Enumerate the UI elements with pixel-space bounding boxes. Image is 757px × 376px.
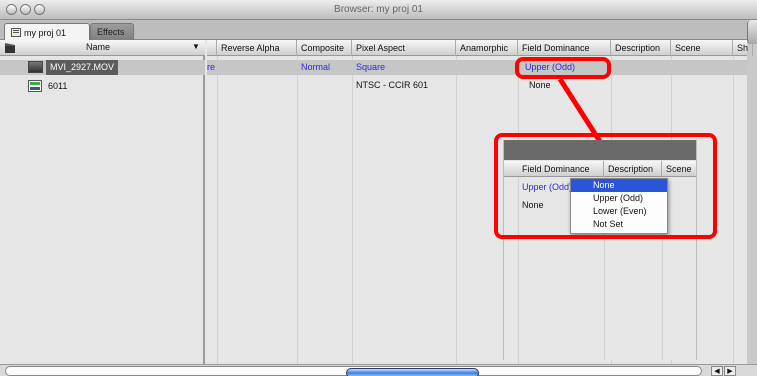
sequence-icon (28, 80, 42, 92)
column-divider (217, 56, 218, 364)
sequence-name: 6011 (48, 81, 68, 91)
scroll-track[interactable] (5, 366, 702, 376)
scroll-left-icon[interactable]: ◀ (711, 366, 723, 376)
tab-my-proj-01[interactable]: my proj 01 (4, 23, 90, 40)
column-divider (352, 56, 353, 364)
table-cell-partial: re (207, 62, 216, 72)
browser-window: Browser: my proj 01 my proj 01 Effects N… (0, 0, 757, 376)
column-header-composite[interactable]: Composite (297, 40, 352, 56)
clapper-icon (4, 42, 16, 56)
tab-label: my proj 01 (24, 28, 67, 38)
video-clip-icon (28, 61, 43, 73)
title-bar: Browser: my proj 01 (0, 0, 757, 20)
table-cell-pixel-aspect[interactable]: Square (352, 60, 385, 75)
name-pane: Name ▼ MVI_2927.MOV 6011 (0, 40, 205, 364)
list-item[interactable]: MVI_2927.MOV (46, 60, 119, 75)
scroll-right-icon[interactable]: ▶ (724, 366, 736, 376)
name-column-header[interactable]: Name ▼ (0, 40, 205, 56)
table-cell-composite[interactable]: Normal (297, 60, 330, 75)
column-header-description[interactable]: Description (611, 40, 671, 56)
project-icon (11, 27, 21, 37)
column-header-pixel-aspect[interactable]: Pixel Aspect (352, 40, 456, 56)
highlight-outline (494, 133, 717, 239)
tab-effects[interactable]: Effects (90, 23, 134, 40)
table-row[interactable] (207, 60, 747, 75)
scroll-thumb[interactable] (346, 368, 479, 376)
column-header-reverse-alpha[interactable]: Reverse Alpha (217, 40, 297, 56)
name-header-label: Name (86, 42, 111, 52)
column-header-partial[interactable] (207, 40, 217, 56)
horizontal-scrollbar[interactable]: ◀ ▶ (0, 364, 757, 376)
column-header-anamorphic[interactable]: Anamorphic (456, 40, 518, 56)
clip-name: MVI_2927.MOV (50, 62, 115, 72)
column-header-field-dominance[interactable]: Field Dominance (518, 40, 611, 56)
table-cell-pixel-aspect[interactable]: NTSC - CCIR 601 (352, 78, 428, 93)
tab-bar: my proj 01 Effects (0, 20, 747, 40)
list-item[interactable]: 6011 (48, 79, 67, 94)
sort-triangle-icon[interactable]: ▼ (192, 42, 200, 51)
column-header-shot[interactable]: Sh (733, 40, 753, 56)
table-cell-field-dominance[interactable]: None (525, 78, 551, 93)
column-header-bar: Reverse Alpha Composite Pixel Aspect Ana… (207, 40, 753, 56)
column-divider (456, 56, 457, 364)
column-divider (297, 56, 298, 364)
highlight-outline (515, 57, 611, 79)
window-title: Browser: my proj 01 (334, 4, 423, 15)
tab-label: Effects (97, 27, 125, 37)
column-divider (733, 56, 734, 364)
column-header-scene[interactable]: Scene (671, 40, 733, 56)
